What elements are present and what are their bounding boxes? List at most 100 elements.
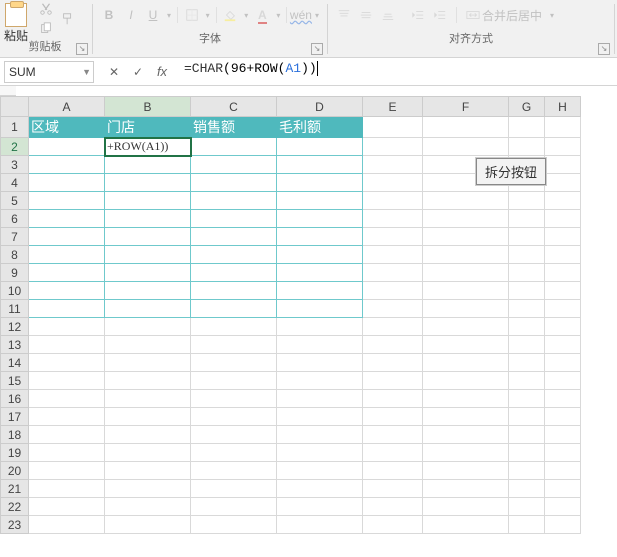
cell-F21[interactable] (423, 480, 509, 498)
cell-B11[interactable] (105, 300, 191, 318)
cell-H6[interactable] (545, 210, 581, 228)
row-header-1[interactable]: 1 (1, 117, 29, 138)
cell-C8[interactable] (191, 246, 277, 264)
cell-D18[interactable] (277, 426, 363, 444)
cancel-button[interactable]: ✕ (106, 65, 122, 79)
row-header-13[interactable]: 13 (1, 336, 29, 354)
border-dropdown[interactable]: ▾ (204, 4, 212, 26)
underline-button[interactable]: U (143, 4, 163, 26)
cell-A14[interactable] (29, 354, 105, 372)
cell-G9[interactable] (509, 264, 545, 282)
cut-button[interactable] (36, 0, 56, 18)
cell-E16[interactable] (363, 390, 423, 408)
cell-F18[interactable] (423, 426, 509, 444)
col-header-C[interactable]: C (191, 97, 277, 117)
col-header-D[interactable]: D (277, 97, 363, 117)
cell-A6[interactable] (29, 210, 105, 228)
cell-C2[interactable] (191, 138, 277, 156)
indent-decrease-button[interactable] (408, 4, 428, 26)
cell-H5[interactable] (545, 192, 581, 210)
row-header-15[interactable]: 15 (1, 372, 29, 390)
cell-E20[interactable] (363, 462, 423, 480)
accept-button[interactable]: ✓ (130, 65, 146, 79)
cell-D16[interactable] (277, 390, 363, 408)
cell-B8[interactable] (105, 246, 191, 264)
cell-H19[interactable] (545, 444, 581, 462)
col-header-F[interactable]: F (423, 97, 509, 117)
cell-F11[interactable] (423, 300, 509, 318)
cell-F16[interactable] (423, 390, 509, 408)
cell-E10[interactable] (363, 282, 423, 300)
align-bottom-button[interactable] (378, 4, 398, 26)
cell-C21[interactable] (191, 480, 277, 498)
cell-C5[interactable] (191, 192, 277, 210)
cell-B17[interactable] (105, 408, 191, 426)
border-button[interactable] (182, 4, 202, 26)
cell-B23[interactable] (105, 516, 191, 534)
cell-A20[interactable] (29, 462, 105, 480)
cell-D3[interactable] (277, 156, 363, 174)
cell-A13[interactable] (29, 336, 105, 354)
cell-B2[interactable]: +ROW(A1)) (105, 138, 191, 156)
align-middle-button[interactable] (356, 4, 376, 26)
cell-C23[interactable] (191, 516, 277, 534)
cell-A23[interactable] (29, 516, 105, 534)
cell-A18[interactable] (29, 426, 105, 444)
cell-B18[interactable] (105, 426, 191, 444)
cell-G20[interactable] (509, 462, 545, 480)
cell-H8[interactable] (545, 246, 581, 264)
cell-D13[interactable] (277, 336, 363, 354)
align-top-button[interactable] (334, 4, 354, 26)
cell-C16[interactable] (191, 390, 277, 408)
cell-C17[interactable] (191, 408, 277, 426)
cell-C22[interactable] (191, 498, 277, 516)
cell-H10[interactable] (545, 282, 581, 300)
cell-B19[interactable] (105, 444, 191, 462)
cell-G21[interactable] (509, 480, 545, 498)
copy-button[interactable] (36, 20, 56, 38)
cell-F12[interactable] (423, 318, 509, 336)
cell-C9[interactable] (191, 264, 277, 282)
cell-H3[interactable] (545, 156, 581, 174)
cell-G5[interactable] (509, 192, 545, 210)
cell-H21[interactable] (545, 480, 581, 498)
cell-F6[interactable] (423, 210, 509, 228)
cell-F9[interactable] (423, 264, 509, 282)
cell-D11[interactable] (277, 300, 363, 318)
cell-G11[interactable] (509, 300, 545, 318)
row-header-10[interactable]: 10 (1, 282, 29, 300)
cell-E18[interactable] (363, 426, 423, 444)
cell-H17[interactable] (545, 408, 581, 426)
cell-B13[interactable] (105, 336, 191, 354)
cell-B4[interactable] (105, 174, 191, 192)
cell-H7[interactable] (545, 228, 581, 246)
cell-B22[interactable] (105, 498, 191, 516)
font-launcher[interactable]: ↘ (311, 43, 323, 55)
cell-C15[interactable] (191, 372, 277, 390)
row-header-4[interactable]: 4 (1, 174, 29, 192)
bold-button[interactable]: B (99, 4, 119, 26)
cell-E19[interactable] (363, 444, 423, 462)
cell-A8[interactable] (29, 246, 105, 264)
cell-G15[interactable] (509, 372, 545, 390)
cell-C7[interactable] (191, 228, 277, 246)
cell-A17[interactable] (29, 408, 105, 426)
cell-G22[interactable] (509, 498, 545, 516)
cell-H4[interactable] (545, 174, 581, 192)
row-header-22[interactable]: 22 (1, 498, 29, 516)
formula-bar-expand[interactable] (0, 86, 16, 96)
cell-H15[interactable] (545, 372, 581, 390)
cell-F13[interactable] (423, 336, 509, 354)
fill-dropdown[interactable]: ▾ (242, 4, 250, 26)
cell-G17[interactable] (509, 408, 545, 426)
row-header-12[interactable]: 12 (1, 318, 29, 336)
cell-A7[interactable] (29, 228, 105, 246)
cell-C1[interactable]: 销售额 (191, 117, 277, 138)
cell-H20[interactable] (545, 462, 581, 480)
col-header-G[interactable]: G (509, 97, 545, 117)
cell-D10[interactable] (277, 282, 363, 300)
cell-C13[interactable] (191, 336, 277, 354)
cell-H13[interactable] (545, 336, 581, 354)
cell-H2[interactable] (545, 138, 581, 156)
italic-button[interactable]: I (121, 4, 141, 26)
